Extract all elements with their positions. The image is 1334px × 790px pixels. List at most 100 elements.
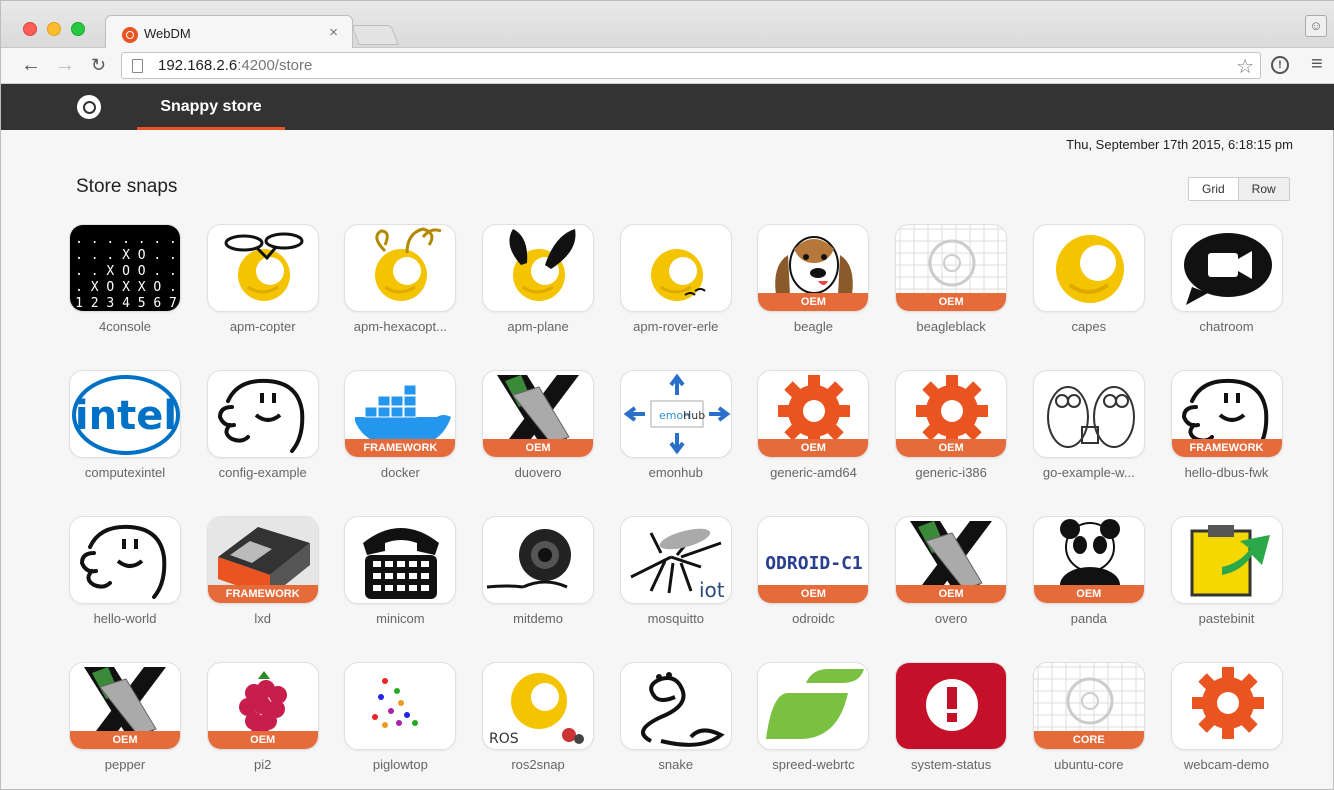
snap-tile[interactable] bbox=[69, 516, 181, 604]
snap-name[interactable]: webcam-demo bbox=[1165, 757, 1289, 772]
snap-card-generic-i386[interactable]: OEM generic-i386 bbox=[895, 370, 1008, 482]
snap-card-config-example[interactable]: config-example bbox=[206, 370, 319, 482]
snap-card-odroidc[interactable]: ODROID-C1 OEM odroidc bbox=[757, 516, 870, 628]
snap-name[interactable]: pepper bbox=[63, 757, 187, 772]
snap-card-docker[interactable]: FRAMEWORK docker bbox=[344, 370, 457, 482]
snap-tile[interactable] bbox=[344, 516, 457, 604]
snap-name[interactable]: mitdemo bbox=[476, 611, 600, 626]
snap-name[interactable]: beagle bbox=[751, 319, 875, 334]
snap-tile[interactable] bbox=[344, 224, 457, 312]
snap-tile[interactable]: ODROID-C1 OEM bbox=[757, 516, 870, 604]
snap-tile[interactable] bbox=[1170, 224, 1283, 312]
snap-card-chatroom[interactable]: chatroom bbox=[1170, 224, 1283, 336]
snap-card-snake[interactable]: snake bbox=[619, 662, 732, 774]
snap-name[interactable]: capes bbox=[1027, 319, 1151, 334]
url-text[interactable]: 192.168.2.6:4200/store bbox=[158, 57, 312, 74]
address-bar[interactable]: 192.168.2.6:4200/store ☆ bbox=[121, 52, 1261, 79]
snap-tile[interactable] bbox=[206, 224, 319, 312]
snap-card-mitdemo[interactable]: mitdemo bbox=[482, 516, 595, 628]
snap-tile[interactable]: CORE bbox=[1032, 662, 1145, 750]
snap-name[interactable]: apm-plane bbox=[476, 319, 600, 334]
snap-name[interactable]: emonhub bbox=[614, 465, 738, 480]
snap-name[interactable]: go-example-w... bbox=[1027, 465, 1151, 480]
nav-snappy-store[interactable]: Snappy store bbox=[137, 84, 285, 130]
grid-view-button[interactable]: Grid bbox=[1189, 178, 1239, 200]
snap-name[interactable]: apm-rover-erle bbox=[614, 319, 738, 334]
back-arrow-icon[interactable]: ← bbox=[21, 54, 41, 77]
snap-card-apm-hexacopt[interactable]: apm-hexacopt... bbox=[344, 224, 457, 336]
new-tab-button[interactable] bbox=[351, 25, 399, 45]
snap-name[interactable]: minicom bbox=[338, 611, 462, 626]
snap-name[interactable]: apm-hexacopt... bbox=[338, 319, 462, 334]
snap-card-lxd[interactable]: FRAMEWORK lxd bbox=[206, 516, 319, 628]
snap-card-overo[interactable]: gumstixOEMovero bbox=[895, 516, 1008, 628]
snap-tile[interactable]: OEM bbox=[895, 224, 1008, 312]
menu-icon[interactable]: ≡ bbox=[1311, 53, 1323, 76]
snap-name[interactable]: mosquitto bbox=[614, 611, 738, 626]
ubuntu-logo-icon[interactable] bbox=[77, 95, 101, 119]
reload-icon[interactable]: ↻ bbox=[91, 55, 106, 76]
window-maximize-button[interactable] bbox=[71, 22, 85, 36]
snap-name[interactable]: chatroom bbox=[1165, 319, 1289, 334]
snap-card-apm-copter[interactable]: apm-copter bbox=[206, 224, 319, 336]
snap-name[interactable]: spreed-webrtc bbox=[751, 757, 875, 772]
row-view-button[interactable]: Row bbox=[1238, 178, 1289, 200]
tab-close-icon[interactable]: × bbox=[329, 24, 338, 41]
snap-name[interactable]: snake bbox=[614, 757, 738, 772]
snap-name[interactable]: generic-amd64 bbox=[751, 465, 875, 480]
snap-tile[interactable]: ROS bbox=[482, 662, 595, 750]
snap-name[interactable]: system-status bbox=[889, 757, 1013, 772]
snap-tile[interactable] bbox=[1170, 516, 1283, 604]
snap-card-computexintel[interactable]: intel computexintel bbox=[69, 370, 181, 482]
snap-card-apm-plane[interactable]: apm-plane bbox=[482, 224, 595, 336]
snap-card-4console[interactable]: . . . . . . .. . . X O . .. . X O O . ..… bbox=[69, 224, 181, 336]
tab-webdm[interactable]: WebDM × bbox=[105, 15, 353, 49]
snap-name[interactable]: duovero bbox=[476, 465, 600, 480]
snap-name[interactable]: hello-dbus-fwk bbox=[1165, 465, 1289, 480]
snap-tile[interactable]: emon Hub bbox=[619, 370, 732, 458]
snap-tile[interactable] bbox=[1170, 662, 1283, 750]
snap-tile[interactable] bbox=[619, 662, 732, 750]
snap-tile[interactable]: FRAMEWORK bbox=[344, 370, 457, 458]
snap-tile[interactable] bbox=[482, 224, 595, 312]
profile-icon[interactable]: ☺ bbox=[1305, 15, 1327, 37]
snap-card-system-status[interactable]: system-status bbox=[895, 662, 1008, 774]
snap-tile[interactable] bbox=[1032, 370, 1145, 458]
snap-name[interactable]: pastebinit bbox=[1165, 611, 1289, 626]
snap-tile[interactable]: OEM bbox=[757, 370, 870, 458]
snap-card-minicom[interactable]: minicom bbox=[344, 516, 457, 628]
snap-card-pastebinit[interactable]: pastebinit bbox=[1170, 516, 1283, 628]
snap-name[interactable]: generic-i386 bbox=[889, 465, 1013, 480]
snap-card-beagleblack[interactable]: OEM beagleblack bbox=[895, 224, 1008, 336]
snap-name[interactable]: hello-world bbox=[63, 611, 187, 626]
forward-arrow-icon[interactable]: → bbox=[55, 54, 75, 77]
snap-card-panda[interactable]: OEM panda bbox=[1032, 516, 1145, 628]
snap-tile[interactable]: iot bbox=[619, 516, 732, 604]
snap-card-apm-rover-erle[interactable]: apm-rover-erle bbox=[619, 224, 732, 336]
snap-name[interactable]: overo bbox=[889, 611, 1013, 626]
snap-tile[interactable]: . . . . . . .. . . X O . .. . X O O . ..… bbox=[69, 224, 181, 312]
snap-tile[interactable]: FRAMEWORK bbox=[206, 516, 319, 604]
snap-tile[interactable]: OEM bbox=[895, 370, 1008, 458]
snap-card-beagle[interactable]: OEM beagle bbox=[757, 224, 870, 336]
snap-name[interactable]: beagleblack bbox=[889, 319, 1013, 334]
snap-tile[interactable] bbox=[757, 662, 870, 750]
snap-name[interactable]: apm-copter bbox=[201, 319, 325, 334]
extension-icon[interactable]: ! bbox=[1271, 56, 1289, 74]
snap-name[interactable]: computexintel bbox=[63, 465, 187, 480]
snap-card-mosquitto[interactable]: iot mosquitto bbox=[619, 516, 732, 628]
snap-card-spreed-webrtc[interactable]: spreed-webrtc bbox=[757, 662, 870, 774]
window-minimize-button[interactable] bbox=[47, 22, 61, 36]
snap-card-webcam-demo[interactable]: webcam-demo bbox=[1170, 662, 1283, 774]
snap-card-duovero[interactable]: gumstixOEMduovero bbox=[482, 370, 595, 482]
snap-card-pepper[interactable]: gumstixOEMpepper bbox=[69, 662, 181, 774]
snap-tile[interactable]: gumstixOEM bbox=[69, 662, 181, 750]
snap-name[interactable]: 4console bbox=[63, 319, 187, 334]
window-close-button[interactable] bbox=[23, 22, 37, 36]
snap-tile[interactable]: OEM bbox=[757, 224, 870, 312]
snap-card-pi2[interactable]: OEM pi2 bbox=[206, 662, 319, 774]
snap-name[interactable]: docker bbox=[338, 465, 462, 480]
snap-tile[interactable] bbox=[482, 516, 595, 604]
snap-tile[interactable]: OEM bbox=[206, 662, 319, 750]
snap-name[interactable]: ubuntu-core bbox=[1027, 757, 1151, 772]
